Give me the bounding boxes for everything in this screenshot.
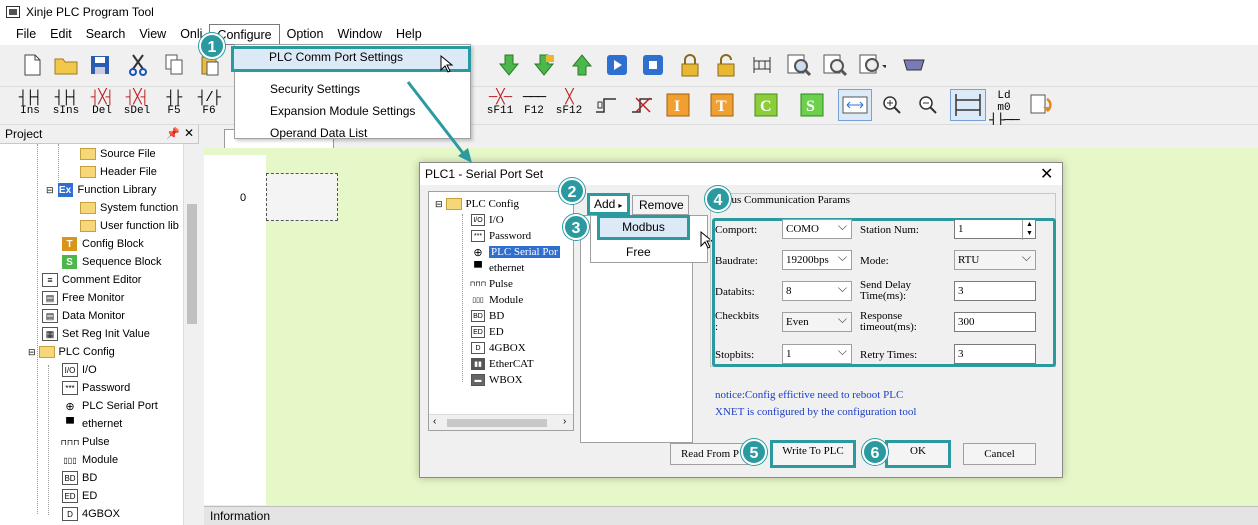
step-badge-2: 2 [559,178,585,204]
step-badge-4: 4 [705,186,731,212]
step-badge-3: 3 [563,214,589,240]
step-badge-1: 1 [199,33,225,59]
step-badge-5: 5 [741,439,767,465]
step-arrow-icon [406,81,472,163]
step-badge-6: 6 [862,439,888,465]
